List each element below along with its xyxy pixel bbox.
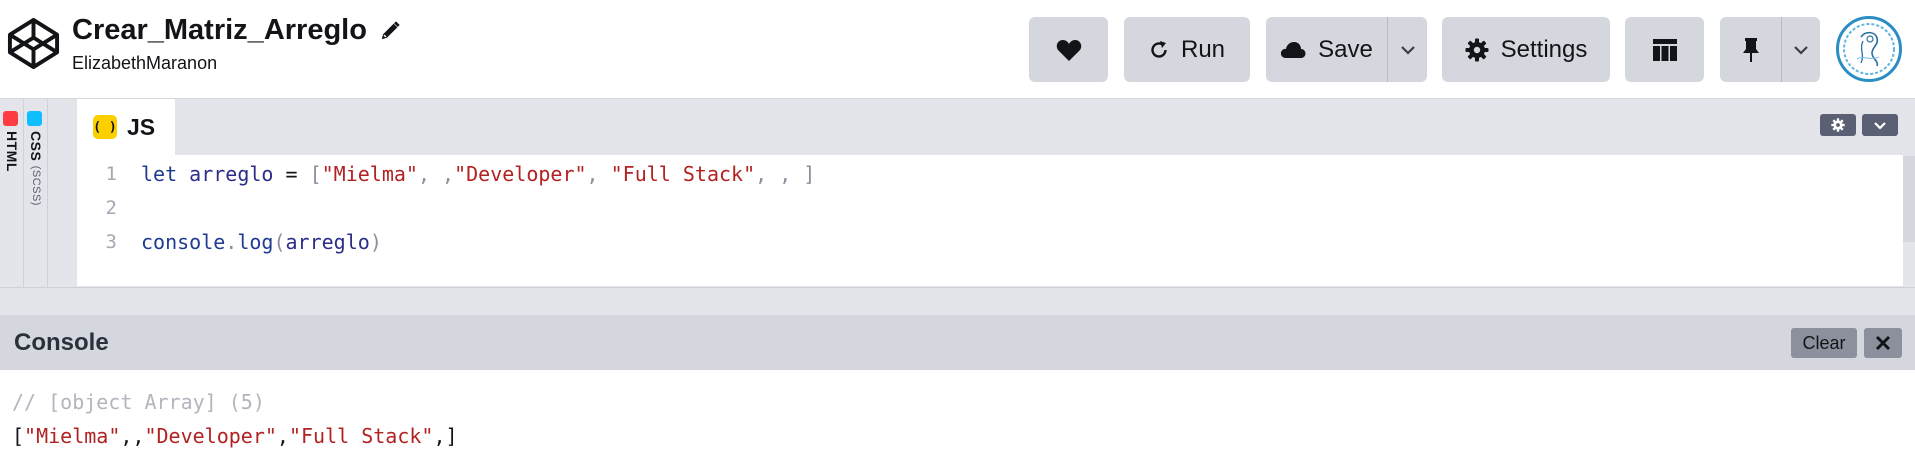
close-console-button[interactable] bbox=[1864, 328, 1902, 358]
run-button[interactable]: Run bbox=[1124, 17, 1250, 82]
avatar-illustration-icon bbox=[1840, 20, 1898, 78]
run-label: Run bbox=[1180, 35, 1226, 63]
console-token: ,] bbox=[433, 424, 458, 448]
code-token: , , bbox=[417, 162, 455, 186]
change-view-button[interactable] bbox=[1625, 17, 1704, 82]
html-editor-collapsed-tab[interactable]: HTML bbox=[0, 99, 24, 287]
code-token: console bbox=[141, 230, 226, 254]
code-token: log bbox=[237, 230, 274, 254]
console-token: , bbox=[276, 424, 289, 448]
settings-label: Settings bbox=[1500, 35, 1588, 63]
code-line[interactable]: 1 let arreglo = ["Mielma", , "Developer" , … bbox=[77, 157, 816, 191]
chevron-down-icon bbox=[1874, 121, 1886, 130]
settings-button[interactable]: Settings bbox=[1442, 17, 1610, 82]
editor-area: HTML CSS (SCSS) ( ) JS 1 let arreglo = [… bbox=[0, 99, 1915, 287]
clear-console-button[interactable]: Clear bbox=[1791, 328, 1857, 358]
console-resize-gutter[interactable] bbox=[0, 287, 1915, 315]
console-token: [ bbox=[12, 424, 25, 448]
heart-icon bbox=[1056, 39, 1081, 61]
console-token: "Developer" bbox=[144, 424, 277, 448]
editor-resize-gutter[interactable] bbox=[48, 99, 77, 287]
line-number: 3 bbox=[105, 231, 117, 253]
console-log-value: ["Mielma",,"Developer","Full Stack",] bbox=[12, 424, 458, 448]
js-code-editor[interactable]: 1 let arreglo = ["Mielma", , "Developer" , … bbox=[77, 155, 1903, 286]
css-badge-icon bbox=[27, 111, 42, 126]
pin-button-group bbox=[1720, 17, 1820, 82]
pen-title[interactable]: Crear_Matriz_Arreglo bbox=[72, 14, 367, 47]
code-token: , , ] bbox=[755, 162, 816, 186]
code-token: , bbox=[586, 162, 611, 186]
save-button-group: Save bbox=[1266, 17, 1427, 82]
editor-settings-button[interactable] bbox=[1820, 114, 1856, 136]
code-token: let bbox=[141, 162, 178, 186]
owner-name[interactable]: ElizabethMaranon bbox=[72, 53, 401, 74]
codepen-logo-icon[interactable] bbox=[6, 16, 61, 71]
code-token: "Mielma" bbox=[321, 162, 418, 186]
css-editor-collapsed-tab[interactable]: CSS (SCSS) bbox=[24, 99, 48, 287]
html-badge-icon bbox=[3, 111, 18, 126]
console-token: ,, bbox=[120, 424, 145, 448]
save-button[interactable]: Save bbox=[1266, 17, 1387, 82]
user-avatar[interactable] bbox=[1836, 16, 1902, 82]
pen-header: Crear_Matriz_Arreglo ElizabethMaranon Ru… bbox=[0, 0, 1915, 99]
console-output: // [object Array] (5) ["Mielma",,"Develo… bbox=[0, 370, 1915, 456]
code-token: [ bbox=[309, 162, 322, 186]
chevron-down-icon bbox=[1400, 45, 1415, 55]
console-token: "Mielma" bbox=[24, 424, 121, 448]
html-tab-label: HTML bbox=[4, 131, 20, 172]
save-label: Save bbox=[1318, 35, 1373, 63]
line-number: 1 bbox=[105, 163, 117, 185]
code-token: "Full Stack" bbox=[610, 162, 756, 186]
js-badge-icon: ( ) bbox=[93, 115, 117, 139]
editor-collapse-button[interactable] bbox=[1862, 114, 1898, 136]
css-tab-label: CSS bbox=[28, 131, 44, 162]
title-block: Crear_Matriz_Arreglo ElizabethMaranon bbox=[72, 14, 401, 74]
code-token: = bbox=[273, 162, 310, 186]
line-number: 2 bbox=[105, 197, 117, 219]
css-tab-sublabel: (SCSS) bbox=[30, 165, 42, 206]
console-token: "Full Stack" bbox=[288, 424, 434, 448]
css-tab-label-wrap: CSS (SCSS) bbox=[28, 131, 44, 206]
code-token: ( bbox=[273, 230, 286, 254]
console-title: Console bbox=[14, 329, 109, 356]
layout-grid-icon bbox=[1652, 38, 1677, 61]
editor-scrollbar[interactable] bbox=[1903, 156, 1915, 242]
chevron-down-icon bbox=[1794, 45, 1808, 55]
gear-icon bbox=[1465, 38, 1489, 61]
save-options-button[interactable] bbox=[1388, 17, 1427, 82]
code-token: arreglo bbox=[285, 230, 370, 254]
close-icon bbox=[1875, 335, 1891, 351]
console-log-comment: // [object Array] (5) bbox=[12, 390, 265, 414]
pin-options-button[interactable] bbox=[1782, 17, 1820, 82]
js-tab-label: JS bbox=[127, 113, 156, 140]
code-token: ) bbox=[369, 230, 382, 254]
console-header: Console Clear bbox=[0, 315, 1915, 370]
cloud-icon bbox=[1281, 41, 1306, 58]
pin-icon bbox=[1742, 37, 1759, 62]
code-line[interactable]: 2 bbox=[77, 191, 141, 225]
pin-button[interactable] bbox=[1720, 17, 1781, 82]
tab-js[interactable]: ( ) JS bbox=[77, 99, 175, 155]
code-line[interactable]: 3 console. log(arreglo) bbox=[77, 225, 382, 259]
code-token: arreglo bbox=[189, 162, 274, 186]
refresh-icon bbox=[1151, 40, 1167, 58]
code-token: "Developer" bbox=[454, 162, 587, 186]
like-button[interactable] bbox=[1029, 17, 1108, 82]
gear-icon bbox=[1831, 118, 1845, 132]
edit-pencil-icon[interactable] bbox=[379, 20, 401, 42]
code-token: . bbox=[225, 230, 238, 254]
